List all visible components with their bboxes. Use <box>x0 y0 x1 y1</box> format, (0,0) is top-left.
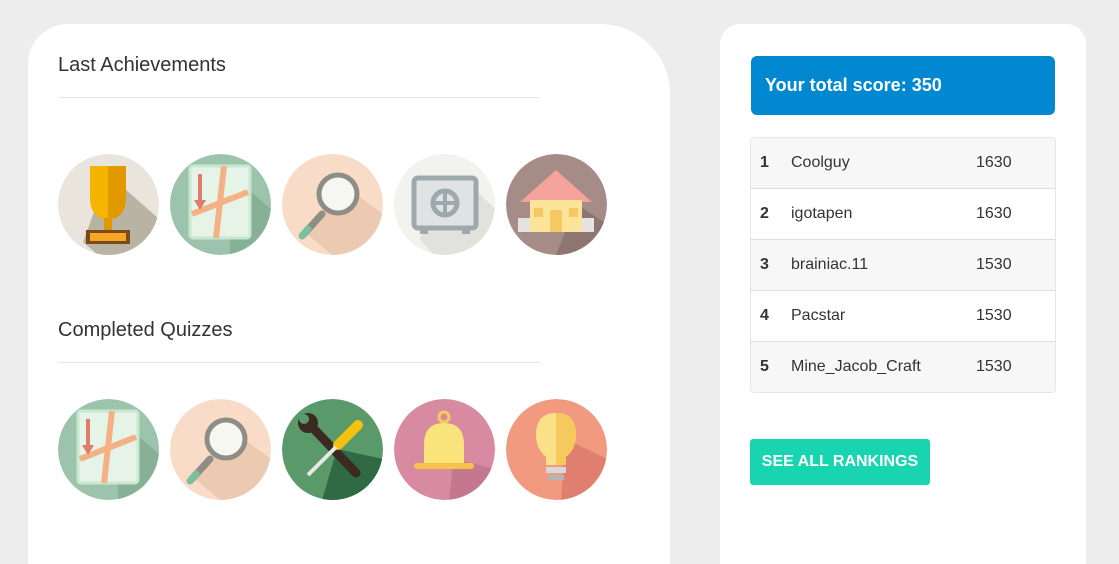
map-icon[interactable] <box>58 399 159 500</box>
player-score: 1530 <box>976 256 1012 273</box>
completed-quizzes-title: Completed Quizzes <box>58 319 233 341</box>
rank-number: 5 <box>760 358 769 375</box>
achievements-badge-row <box>58 154 607 255</box>
table-row: 1 Coolguy 1630 <box>751 138 1055 188</box>
rank-number: 3 <box>760 256 769 273</box>
rank-number: 4 <box>760 307 769 324</box>
magnifier-icon[interactable] <box>170 399 271 500</box>
bell-icon[interactable] <box>394 399 495 500</box>
section-divider <box>58 97 540 98</box>
achievements-card: Last Achievements Completed Quizzes <box>28 24 670 564</box>
leaderboard-card: Your total score: 350 1 Coolguy 1630 2 i… <box>720 24 1086 564</box>
section-divider <box>58 362 540 363</box>
table-row: 2 igotapen 1630 <box>751 188 1055 239</box>
lightbulb-icon[interactable] <box>506 399 607 500</box>
table-row: 5 Mine_Jacob_Craft 1530 <box>751 341 1055 392</box>
house-icon[interactable] <box>506 154 607 255</box>
last-achievements-title: Last Achievements <box>58 54 226 76</box>
total-score-banner: Your total score: 350 <box>751 56 1055 115</box>
magnifier-icon[interactable] <box>282 154 383 255</box>
player-score: 1530 <box>976 307 1012 324</box>
table-row: 4 Pacstar 1530 <box>751 290 1055 341</box>
quizzes-badge-row <box>58 399 607 500</box>
player-name: brainiac.11 <box>791 256 869 273</box>
player-name: igotapen <box>791 205 853 222</box>
tools-icon[interactable] <box>282 399 383 500</box>
player-name: Mine_Jacob_Craft <box>791 358 921 375</box>
player-score: 1630 <box>976 205 1012 222</box>
rankings-table: 1 Coolguy 1630 2 igotapen 1630 3 brainia… <box>750 137 1056 393</box>
map-icon[interactable] <box>170 154 271 255</box>
safe-icon[interactable] <box>394 154 495 255</box>
player-score: 1630 <box>976 154 1012 171</box>
table-row: 3 brainiac.11 1530 <box>751 239 1055 290</box>
rank-number: 2 <box>760 205 769 222</box>
player-name: Coolguy <box>791 154 850 171</box>
rank-number: 1 <box>760 154 769 171</box>
see-all-rankings-button[interactable]: SEE ALL RANKINGS <box>750 439 930 485</box>
player-score: 1530 <box>976 358 1012 375</box>
trophy-icon[interactable] <box>58 154 159 255</box>
player-name: Pacstar <box>791 307 846 324</box>
